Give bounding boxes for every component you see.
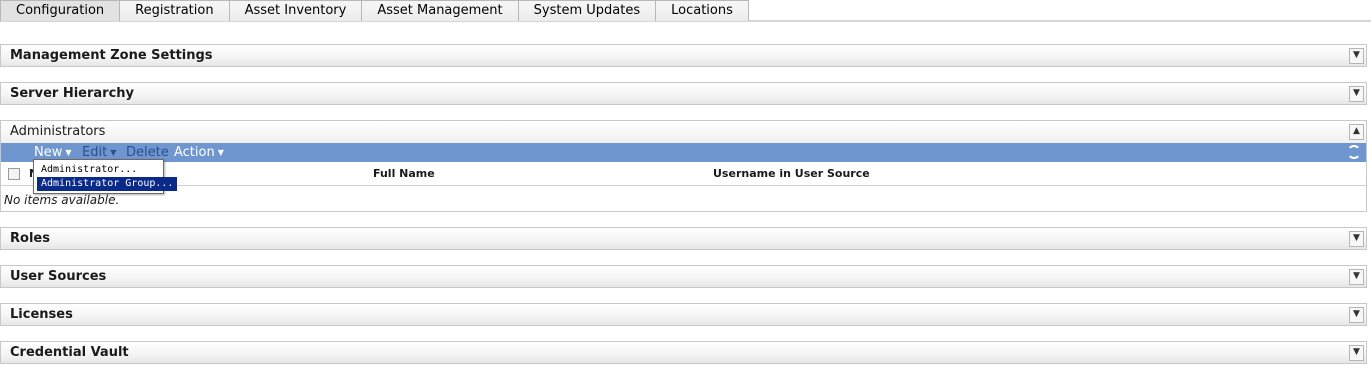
action-button[interactable]: Action ▼ [174, 144, 224, 161]
action-label: Action [174, 145, 215, 160]
section-header[interactable]: Administrators ▲ [1, 121, 1366, 143]
tabs: Configuration Registration Asset Invento… [0, 0, 1371, 21]
tab-bar: Configuration Registration Asset Invento… [0, 0, 1371, 22]
table-header: N Full Name Username in User Source [1, 162, 1366, 186]
new-dropdown-menu: Administrator... Administrator Group... [33, 159, 178, 194]
chevron-double-down-icon[interactable]: ▼ [1349, 345, 1364, 361]
section-administrators: Administrators ▲ New ▼ Edit ▼ Delete Actio… [0, 120, 1367, 212]
admin-toolbar: New ▼ Edit ▼ Delete Action ▼ [1, 143, 1366, 162]
chevron-double-down-icon[interactable]: ▼ [1349, 269, 1364, 285]
section-credential-vault[interactable]: Credential Vault ▼ [0, 341, 1367, 364]
section-title: Credential Vault [10, 345, 129, 360]
tab-registration[interactable]: Registration [120, 0, 230, 21]
tab-locations[interactable]: Locations [656, 0, 749, 21]
section-title: Licenses [10, 307, 73, 322]
caret-down-icon: ▼ [217, 148, 224, 157]
section-user-sources[interactable]: User Sources ▼ [0, 265, 1367, 288]
tab-configuration[interactable]: Configuration [0, 0, 121, 21]
section-title: Management Zone Settings [10, 48, 213, 63]
edit-label: Edit [82, 145, 108, 160]
tab-asset-management[interactable]: Asset Management [362, 0, 519, 21]
chevron-double-down-icon[interactable]: ▼ [1349, 86, 1364, 102]
section-licenses[interactable]: Licenses ▼ [0, 303, 1367, 326]
column-full-name[interactable]: Full Name [373, 167, 435, 180]
empty-message: No items available. [4, 193, 120, 207]
new-label: New [34, 145, 63, 160]
chevron-double-down-icon[interactable]: ▼ [1349, 307, 1364, 323]
section-management-zone-settings[interactable]: Management Zone Settings ▼ [0, 44, 1367, 67]
caret-down-icon: ▼ [65, 148, 72, 157]
section-title: User Sources [10, 269, 107, 284]
menu-item-administrator[interactable]: Administrator... [37, 163, 141, 177]
tab-system-updates[interactable]: System Updates [518, 0, 657, 21]
section-title: Roles [10, 231, 50, 246]
section-roles[interactable]: Roles ▼ [0, 227, 1367, 250]
chevron-double-up-icon[interactable]: ▲ [1349, 124, 1364, 140]
column-username[interactable]: Username in User Source [713, 167, 870, 180]
section-title: Server Hierarchy [10, 86, 135, 101]
caret-down-icon: ▼ [110, 148, 117, 157]
chevron-double-down-icon[interactable]: ▼ [1349, 48, 1364, 64]
refresh-icon[interactable] [1347, 145, 1361, 159]
tab-asset-inventory[interactable]: Asset Inventory [229, 0, 363, 21]
section-title: Administrators [10, 124, 106, 139]
chevron-double-down-icon[interactable]: ▼ [1349, 231, 1364, 247]
section-server-hierarchy[interactable]: Server Hierarchy ▼ [0, 82, 1367, 105]
select-all-checkbox[interactable] [8, 168, 20, 180]
menu-item-administrator-group[interactable]: Administrator Group... [37, 177, 178, 191]
